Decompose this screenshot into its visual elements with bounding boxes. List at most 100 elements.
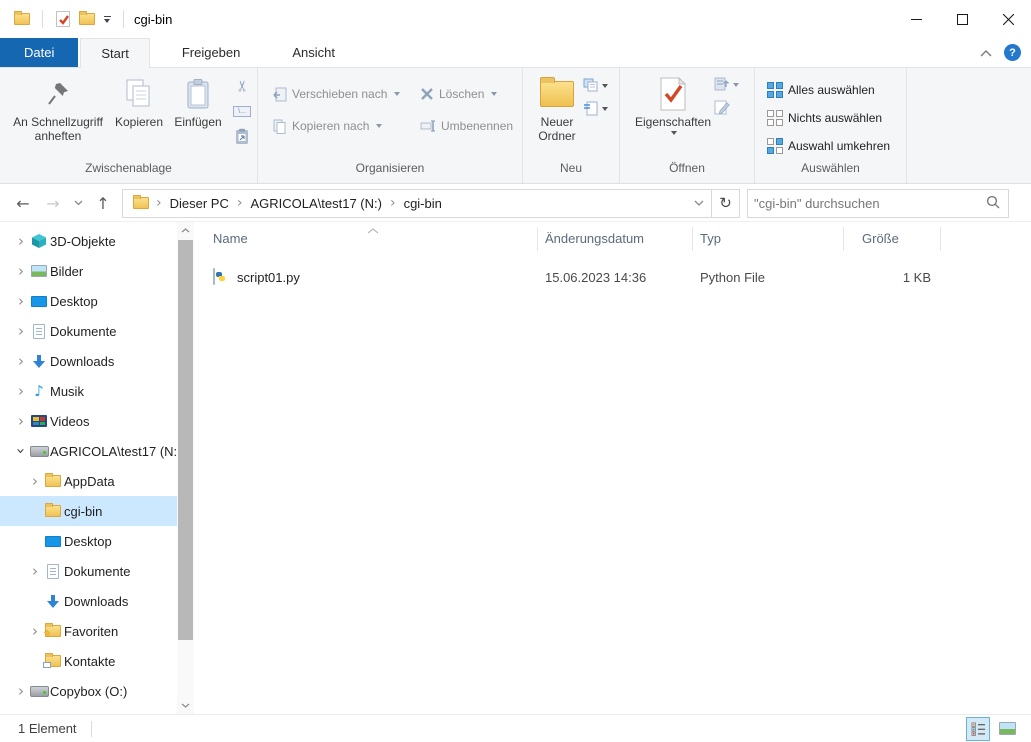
column-header-size[interactable]: Größe <box>862 231 899 246</box>
column-divider[interactable] <box>537 227 538 251</box>
invert-selection-button[interactable]: Auswahl umkehren <box>763 134 894 158</box>
chevron-right-icon[interactable]: › <box>14 682 28 700</box>
search-box[interactable] <box>747 189 1009 218</box>
refresh-button[interactable]: ↻ <box>711 190 739 217</box>
move-to-button[interactable]: Verschieben nach <box>268 82 406 106</box>
column-divider[interactable] <box>692 227 693 251</box>
help-icon[interactable]: ? <box>1004 44 1021 61</box>
properties-check-icon <box>56 11 70 27</box>
ribbon-spacer <box>907 68 1031 183</box>
chevron-right-icon[interactable]: › <box>14 382 28 400</box>
maximize-button[interactable] <box>939 0 985 38</box>
sidebar-item-cgi-bin[interactable]: cgi-bin <box>0 496 177 526</box>
sidebar-item-downloads[interactable]: › Downloads <box>0 346 177 376</box>
column-divider[interactable] <box>843 227 844 251</box>
copy-path-button[interactable]: \... <box>230 100 254 122</box>
sidebar-item-label: Desktop <box>50 294 98 309</box>
pictures-icon <box>28 265 50 277</box>
easy-access-button[interactable] <box>583 78 608 93</box>
copy-to-button[interactable]: Kopieren nach <box>268 114 406 138</box>
sidebar-item-kontakte[interactable]: Kontakte <box>0 646 177 676</box>
scroll-down-button[interactable] <box>177 697 194 714</box>
edit-button[interactable] <box>714 99 739 118</box>
paste-button[interactable]: Einfügen <box>168 73 228 129</box>
title-bar: cgi-bin <box>0 0 1031 38</box>
sidebar-item-bilder[interactable]: › Bilder <box>0 256 177 286</box>
breadcrumb-dieser-pc[interactable]: Dieser PC <box>166 196 233 211</box>
file-name[interactable]: script01.py <box>237 270 300 285</box>
tab-freigeben[interactable]: Freigeben <box>162 38 261 67</box>
chevron-right-icon[interactable]: › <box>14 322 28 340</box>
search-input[interactable] <box>748 196 978 211</box>
sidebar-item-dokumente[interactable]: › Dokumente <box>0 316 177 346</box>
sidebar-item-videos[interactable]: › Videos <box>0 406 177 436</box>
chevron-down-icon[interactable]: › <box>12 444 30 458</box>
scissors-icon: ✂ <box>233 80 251 93</box>
chevron-right-icon[interactable]: › <box>28 562 42 580</box>
document-icon <box>28 324 50 339</box>
details-view-button[interactable] <box>966 717 990 741</box>
address-dropdown-button[interactable] <box>687 190 711 217</box>
tab-start[interactable]: Start <box>80 38 149 68</box>
qat-new-folder-button[interactable] <box>75 7 99 31</box>
chevron-right-icon[interactable]: › <box>14 352 28 370</box>
breadcrumb-drive[interactable]: AGRICOLA\test17 (N:) <box>246 196 385 211</box>
qat-properties-button[interactable] <box>51 7 75 31</box>
select-all-button[interactable]: Alles auswählen <box>763 78 879 102</box>
new-item-button[interactable] <box>583 101 608 117</box>
chevron-right-icon[interactable]: › <box>14 262 28 280</box>
rename-label: Umbenennen <box>441 119 513 133</box>
new-folder-button[interactable]: Neuer Ordner <box>531 73 583 143</box>
copy-button[interactable]: Kopieren <box>110 73 168 129</box>
sidebar-scrollbar[interactable] <box>177 222 194 714</box>
sidebar-item-copybox-drive[interactable]: › Copybox (O:) <box>0 676 177 706</box>
cut-button[interactable]: ✂ <box>230 75 254 97</box>
tab-ansicht[interactable]: Ansicht <box>272 38 355 67</box>
address-bar[interactable]: › Dieser PC › AGRICOLA\test17 (N:) › cgi… <box>122 189 740 218</box>
pin-to-quick-access-button[interactable]: An Schnellzugriff anheften <box>6 73 110 143</box>
monitor-icon <box>28 296 50 307</box>
search-icon[interactable] <box>978 195 1008 212</box>
paste-shortcut-button[interactable] <box>230 125 254 147</box>
sidebar-item-3d-objekte[interactable]: › 3D-Objekte <box>0 226 177 256</box>
select-none-icon <box>767 110 783 126</box>
chevron-right-icon[interactable]: › <box>14 232 28 250</box>
properties-button[interactable]: Eigenschaften <box>632 73 714 135</box>
chevron-right-icon[interactable]: › <box>28 622 42 640</box>
sidebar-item-desktop-2[interactable]: Desktop <box>0 526 177 556</box>
folder-star-icon: ★ <box>42 625 64 637</box>
forward-button[interactable]: → <box>40 190 66 216</box>
select-none-button[interactable]: Nichts auswählen <box>763 106 886 130</box>
open-button[interactable] <box>714 77 739 92</box>
column-divider[interactable] <box>940 227 941 251</box>
chevron-right-icon[interactable]: › <box>14 292 28 310</box>
close-button[interactable] <box>985 0 1031 38</box>
sidebar-item-musik[interactable]: › ♪ Musik <box>0 376 177 406</box>
file-row[interactable]: script01.py 15.06.2023 14:36 Python File… <box>195 264 1031 294</box>
sidebar-item-appdata[interactable]: › AppData <box>0 466 177 496</box>
thumbnails-view-button[interactable] <box>995 717 1019 741</box>
sidebar-item-dokumente-2[interactable]: › Dokumente <box>0 556 177 586</box>
scroll-up-button[interactable] <box>177 222 194 239</box>
column-header-name[interactable]: Name <box>213 231 248 246</box>
qat-customize-dropdown[interactable] <box>99 7 115 31</box>
sidebar-item-desktop[interactable]: › Desktop <box>0 286 177 316</box>
sidebar-item-downloads-2[interactable]: Downloads <box>0 586 177 616</box>
recent-locations-dropdown[interactable] <box>70 190 86 216</box>
collapse-ribbon-icon[interactable] <box>980 45 992 60</box>
breadcrumb-cgi-bin[interactable]: cgi-bin <box>400 196 446 211</box>
new-item-icon <box>583 101 600 117</box>
rename-button[interactable]: Umbenennen <box>416 114 517 138</box>
up-button[interactable]: ↑ <box>90 190 116 216</box>
column-header-modified[interactable]: Änderungsdatum <box>545 231 644 246</box>
chevron-right-icon[interactable]: › <box>14 412 28 430</box>
sidebar-item-favoriten[interactable]: › ★ Favoriten <box>0 616 177 646</box>
scrollbar-thumb[interactable] <box>178 240 193 640</box>
column-header-type[interactable]: Typ <box>700 231 721 246</box>
sidebar-item-agricola-drive[interactable]: › AGRICOLA\test17 (N:) <box>0 436 177 466</box>
delete-button[interactable]: Löschen <box>416 82 501 106</box>
minimize-button[interactable] <box>893 0 939 38</box>
tab-datei[interactable]: Datei <box>0 38 78 67</box>
chevron-right-icon[interactable]: › <box>28 472 42 490</box>
back-button[interactable]: ← <box>10 190 36 216</box>
